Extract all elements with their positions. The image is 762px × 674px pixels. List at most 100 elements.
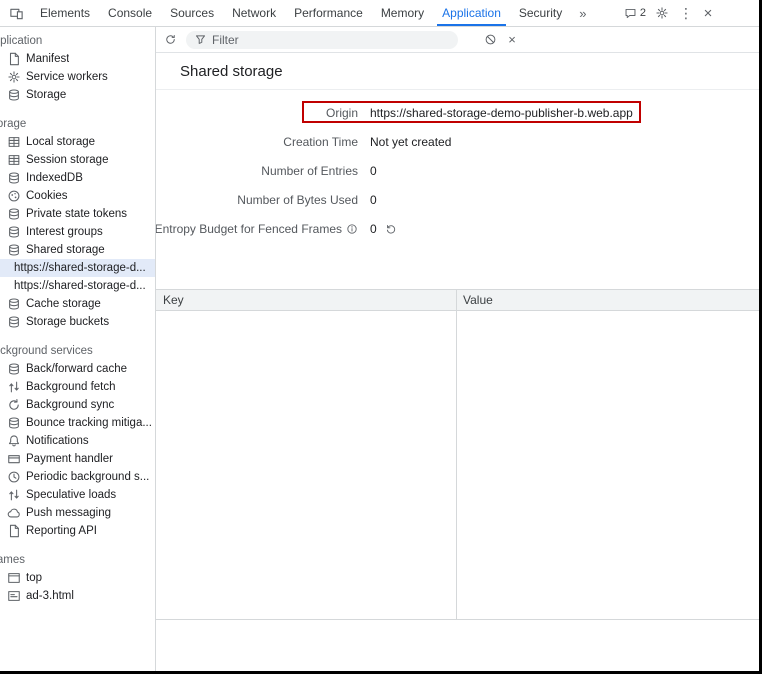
sync-icon [7,398,21,412]
sidebar-item-indexeddb[interactable]: IndexedDB [0,169,155,187]
file-icon [7,524,21,538]
sidebar-item-private-state-tokens[interactable]: Private state tokens [0,205,155,223]
tab-console[interactable]: Console [99,0,161,26]
settings-button[interactable] [651,2,673,24]
column-divider [456,290,457,620]
filter-input[interactable] [186,31,458,49]
cookie-icon [7,189,21,203]
report-field-entropy-budget-for-fenced-frames: Entropy Budget for Fenced Frames 0 [168,214,747,243]
sidebar-item-periodic-background-s[interactable]: Periodic background s... [0,468,155,486]
sidebar-item-service-workers[interactable]: Service workers [0,68,155,86]
sidebar-item-label: Interest groups [26,226,103,238]
clear-all-button[interactable] [480,30,500,50]
field-value: 0 [370,164,377,178]
close-devtools-button[interactable]: × [699,5,717,22]
sidebar-item-label: Storage [26,89,66,101]
sidebar-item-label: Push messaging [26,507,111,519]
field-value-text: 0 [370,222,377,236]
field-label: Origin [168,106,358,120]
messages-icon [624,7,637,20]
delete-selected-button[interactable]: × [504,32,520,47]
sidebar-item-push-messaging[interactable]: Push messaging [0,504,155,522]
file-icon [7,52,21,66]
info-icon[interactable] [346,223,358,235]
sidebar-item-label: Storage buckets [26,316,109,328]
cloud-icon [7,506,21,520]
tab-sources[interactable]: Sources [161,0,223,26]
sidebar-item-notifications[interactable]: Notifications [0,432,155,450]
sidebar-item-manifest[interactable]: Manifest [0,50,155,68]
sidebar-item-label: Speculative loads [26,489,116,501]
sidebar-item-interest-groups[interactable]: Interest groups [0,223,155,241]
filter-box [186,31,458,49]
tab-elements[interactable]: Elements [31,0,99,26]
tab-security[interactable]: Security [510,0,571,26]
column-header-value[interactable]: Value [456,293,500,307]
sidebar-item-payment-handler[interactable]: Payment handler [0,450,155,468]
more-tabs-button[interactable]: » [571,6,594,21]
table-icon [7,135,21,149]
sidebar-item-bounce-tracking-mitiga[interactable]: Bounce tracking mitiga... [0,414,155,432]
more-options-button[interactable]: ⋮ [678,5,694,22]
frame-icon [7,571,21,585]
tab-strip: ElementsConsoleSourcesNetworkPerformance… [31,0,571,26]
database-icon [7,88,21,102]
sidebar-item-label: Private state tokens [26,208,127,220]
sidebar-item-top[interactable]: top [0,569,155,587]
field-value: https://shared-storage-demo-publisher-b.… [370,106,633,120]
report-field-creation-time: Creation Time Not yet created [168,127,747,156]
sidebar-item-cache-storage[interactable]: Cache storage [0,295,155,313]
sidebar-item-label: Local storage [26,136,95,148]
field-value: 0 [370,193,377,207]
field-label: Entropy Budget for Fenced Frames [168,222,358,236]
field-label-text: Entropy Budget for Fenced Frames [156,222,342,236]
sidebar-item-https-shared-storage-d[interactable]: https://shared-storage-d... [0,277,155,295]
filter-funnel-icon [194,33,207,46]
sidebar-item-label: Periodic background s... [26,471,149,483]
tab-performance[interactable]: Performance [285,0,372,26]
field-label-text: Creation Time [283,135,358,149]
field-value: Not yet created [370,135,451,149]
field-label-text: Origin [326,106,358,120]
database-icon [7,297,21,311]
clock-icon [7,470,21,484]
issues-badge[interactable]: 2 [624,7,646,20]
sidebar-item-storage[interactable]: Storage [0,86,155,104]
block-icon [484,33,497,46]
column-header-key[interactable]: Key [156,293,456,307]
sidebar-item-ad-3-html[interactable]: ad-3.html [0,587,155,605]
tab-memory[interactable]: Memory [372,0,433,26]
tab-application[interactable]: Application [433,0,510,26]
sidebar-section-storage: Storage [0,116,141,133]
sidebar-item-speculative-loads[interactable]: Speculative loads [0,486,155,504]
sidebar-item-background-sync[interactable]: Background sync [0,396,155,414]
sidebar-item-back-forward-cache[interactable]: Back/forward cache [0,360,155,378]
sidebar-item-label: Notifications [26,435,89,447]
tab-network[interactable]: Network [223,0,285,26]
table-body[interactable] [156,311,759,620]
sidebar-item-background-fetch[interactable]: Background fetch [0,378,155,396]
refresh-button[interactable] [160,30,180,50]
card-icon [7,452,21,466]
tab-bar: ElementsConsoleSourcesNetworkPerformance… [0,0,759,27]
application-panel: × Shared storage Originhttps://shared-st… [156,27,759,671]
issues-count: 2 [640,7,646,19]
toggle-device-toolbar-button[interactable] [5,2,27,24]
sidebar-item-reporting-api[interactable]: Reporting API [0,522,155,540]
sidebar-item-storage-buckets[interactable]: Storage buckets [0,313,155,331]
sidebar-item-label: IndexedDB [26,172,83,184]
field-value-text: 0 [370,193,377,207]
sidebar-item-cookies[interactable]: Cookies [0,187,155,205]
table-header: Key Value [156,290,759,311]
sidebar-item-local-storage[interactable]: Local storage [0,133,155,151]
reset-icon[interactable] [385,223,397,235]
sidebar-item-shared-storage[interactable]: Shared storage [0,241,155,259]
field-value-text: Not yet created [370,135,451,149]
table-icon [7,153,21,167]
updown-icon [7,380,21,394]
sidebar-item-session-storage[interactable]: Session storage [0,151,155,169]
sidebar-item-https-shared-storage-d[interactable]: https://shared-storage-d... [0,259,155,277]
field-label: Number of Entries [168,164,358,178]
device-toolbar-icon [9,6,24,21]
database-icon [7,315,21,329]
